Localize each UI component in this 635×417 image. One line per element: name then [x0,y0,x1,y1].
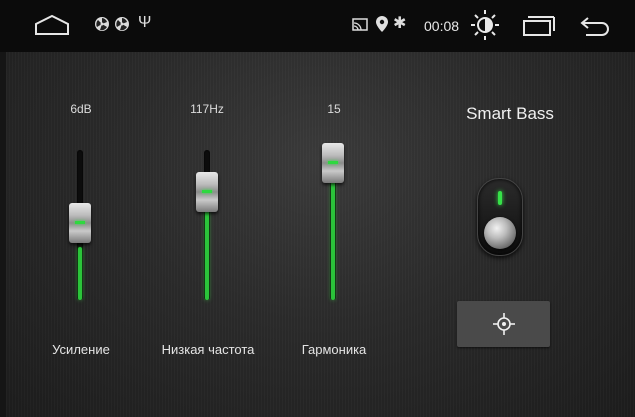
back-icon[interactable] [578,14,612,36]
gain-slider-fill [78,247,82,300]
usb-icon: Ψ [138,14,152,31]
thumb-indicator [202,190,212,193]
thumb-indicator [328,161,338,164]
harmonic-value: 15 [327,102,341,116]
position-button[interactable] [457,301,550,347]
harmonic-label: Гармоника [301,342,367,357]
thumb-indicator [75,221,85,224]
toggle-knob [484,217,516,249]
low-freq-label: Низкая частота [161,342,255,357]
fan-icon [115,17,129,31]
cast-icon [352,18,368,31]
gain-label: Усиление [52,342,110,357]
status-bar: Ψ ✱ 00:08 [0,0,635,52]
clock: 00:08 [424,18,460,34]
toggle-indicator [498,191,502,205]
smart-bass-title: Smart Bass [466,104,554,123]
low-freq-slider-thumb[interactable] [196,172,218,212]
home-icon[interactable] [34,14,70,36]
crosshair-icon [493,313,515,335]
location-pin-icon [376,16,388,32]
gain-value: 6dB [70,102,92,116]
brightness-icon[interactable] [470,8,500,42]
low-freq-value: 117Hz [190,102,224,116]
recents-icon[interactable] [522,15,556,37]
gain-slider-thumb[interactable] [69,203,91,243]
harmonic-slider-thumb[interactable] [322,143,344,183]
fan-icon [95,17,109,31]
bluetooth-icon: ✱ [393,15,407,32]
smart-bass-toggle[interactable] [477,178,523,256]
